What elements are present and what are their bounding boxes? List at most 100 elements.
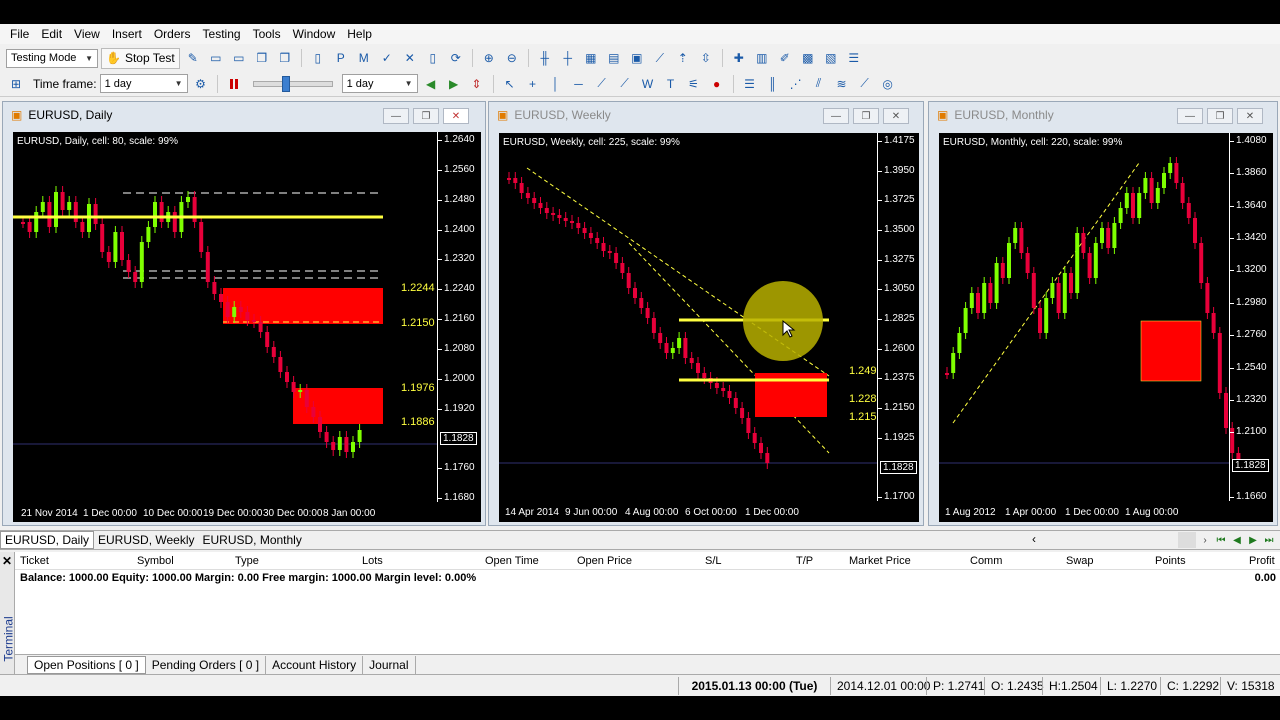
- chart-plot-daily[interactable]: EURUSD, Daily, cell: 80, scale: 99% 1.22…: [13, 132, 481, 522]
- settings-gear-icon[interactable]: ⚙: [191, 74, 211, 94]
- prev-icon[interactable]: ◀: [1230, 532, 1244, 548]
- check-icon[interactable]: ✓: [377, 48, 397, 68]
- page-p-icon[interactable]: P: [331, 48, 351, 68]
- menu-help[interactable]: Help: [341, 27, 378, 41]
- fibo-fan-icon[interactable]: ⋰: [786, 74, 806, 94]
- skip-to-select[interactable]: 1 day ▼: [341, 74, 418, 93]
- maximize-icon[interactable]: ❐: [853, 108, 879, 124]
- fibo-icon[interactable]: ≋: [832, 74, 852, 94]
- autoscroll-icon[interactable]: ⇡: [673, 48, 693, 68]
- close-icon[interactable]: ✕: [443, 108, 469, 124]
- shift-icon[interactable]: ⇳: [696, 48, 716, 68]
- screenshot-icon[interactable]: ▩: [798, 48, 818, 68]
- line-chart-icon[interactable]: ⟋: [650, 48, 670, 68]
- candlestick-icon[interactable]: ┼: [558, 48, 578, 68]
- ray-icon[interactable]: ⟋: [615, 74, 635, 94]
- menu-window[interactable]: Window: [287, 27, 342, 41]
- text-icon[interactable]: T: [661, 74, 681, 94]
- col-tp[interactable]: T/P: [796, 555, 813, 567]
- crosshair-icon[interactable]: +: [523, 74, 543, 94]
- trendline-icon[interactable]: ⟋: [592, 74, 612, 94]
- chart-tab-monthly[interactable]: EURUSD, Monthly: [198, 531, 305, 549]
- delete-icon[interactable]: ✕: [400, 48, 420, 68]
- scroll-left-icon[interactable]: ‹: [1032, 532, 1036, 546]
- chart-tab-weekly[interactable]: EURUSD, Weekly: [94, 531, 198, 549]
- timeframe-select[interactable]: 1 day ▼: [99, 74, 188, 93]
- scroll-right-icon[interactable]: ›: [1198, 532, 1212, 548]
- minimize-icon[interactable]: —: [383, 108, 409, 124]
- maximize-icon[interactable]: ❐: [413, 108, 439, 124]
- stop-test-button[interactable]: ✋ Stop Test: [101, 47, 180, 69]
- col-symbol[interactable]: Symbol: [137, 555, 174, 567]
- copy-icon[interactable]: ❐: [252, 48, 272, 68]
- col-type[interactable]: Type: [235, 555, 259, 567]
- pitchfork-icon[interactable]: ⫽: [809, 74, 829, 94]
- close-icon[interactable]: ✕: [1237, 108, 1263, 124]
- chart-window-daily[interactable]: ▣ EURUSD, Daily — ❐ ✕ EURUSD, Daily, cel…: [2, 101, 486, 526]
- zoom-in-icon[interactable]: ⊕: [479, 48, 499, 68]
- tab-pending-orders[interactable]: Pending Orders [ 0 ]: [146, 655, 267, 674]
- tab-journal[interactable]: Journal: [363, 655, 416, 674]
- col-open-price[interactable]: Open Price: [577, 555, 632, 567]
- menu-edit[interactable]: Edit: [35, 27, 68, 41]
- cursor-icon[interactable]: ↖: [500, 74, 520, 94]
- close-icon[interactable]: ✕: [883, 108, 909, 124]
- tile-icon[interactable]: ▤: [604, 48, 624, 68]
- tab-account-history[interactable]: Account History: [266, 655, 364, 674]
- color-icon[interactable]: ●: [707, 74, 727, 94]
- new-chart-icon[interactable]: ⊞: [6, 74, 26, 94]
- maximize-icon[interactable]: ❐: [1207, 108, 1233, 124]
- paste-icon[interactable]: ❐: [275, 48, 295, 68]
- col-market-price[interactable]: Market Price: [849, 555, 911, 567]
- bar-chart-icon[interactable]: ╫: [535, 48, 555, 68]
- scroll-thumb[interactable]: [1178, 532, 1196, 548]
- col-lots[interactable]: Lots: [362, 555, 383, 567]
- folder-icon[interactable]: ▭: [229, 48, 249, 68]
- col-points[interactable]: Points: [1155, 555, 1186, 567]
- open-folder-icon[interactable]: ▭: [206, 48, 226, 68]
- step-back-icon[interactable]: ◀: [421, 74, 441, 94]
- gann-icon[interactable]: ⟋: [855, 74, 875, 94]
- edit-icon[interactable]: ✎: [183, 48, 203, 68]
- pause-button[interactable]: [224, 74, 244, 94]
- shapes-icon[interactable]: ⚟: [684, 74, 704, 94]
- minimize-icon[interactable]: —: [823, 108, 849, 124]
- col-comm[interactable]: Comm: [970, 555, 1002, 567]
- chart-plot-weekly[interactable]: EURUSD, Weekly, cell: 225, scale: 99% 1.…: [499, 133, 919, 522]
- menu-orders[interactable]: Orders: [148, 27, 197, 41]
- chart-tab-daily[interactable]: EURUSD, Daily: [0, 531, 95, 549]
- col-ticket[interactable]: Ticket: [20, 555, 49, 567]
- menu-testing[interactable]: Testing: [197, 27, 247, 41]
- page-m-icon[interactable]: M: [354, 48, 374, 68]
- last-icon[interactable]: ⏭: [1262, 532, 1276, 548]
- menu-view[interactable]: View: [68, 27, 106, 41]
- add-indicator-icon[interactable]: ✚: [729, 48, 749, 68]
- menu-tools[interactable]: Tools: [247, 27, 287, 41]
- brush-icon[interactable]: ✐: [775, 48, 795, 68]
- template-icon[interactable]: ▥: [752, 48, 772, 68]
- new-document-icon[interactable]: ▯: [308, 48, 328, 68]
- col-profit[interactable]: Profit: [1249, 555, 1275, 567]
- mode-select[interactable]: Testing Mode ▼: [6, 48, 98, 68]
- list-icon[interactable]: ☰: [844, 48, 864, 68]
- elliott-icon[interactable]: W: [638, 74, 658, 94]
- chart-window-monthly[interactable]: ▣ EURUSD, Monthly — ❐ ✕ EURUSD, Monthly,…: [928, 101, 1278, 526]
- chart-plot-monthly[interactable]: EURUSD, Monthly, cell: 220, scale: 99% 1…: [939, 133, 1273, 522]
- slider-knob[interactable]: [281, 75, 290, 92]
- step-icon[interactable]: ⇕: [467, 74, 487, 94]
- step-forward-icon[interactable]: ▶: [444, 74, 464, 94]
- close-icon[interactable]: ✕: [2, 554, 12, 568]
- menu-insert[interactable]: Insert: [106, 27, 148, 41]
- speed-slider[interactable]: [252, 75, 333, 92]
- refresh-icon[interactable]: ⟳: [446, 48, 466, 68]
- page-icon[interactable]: ▯: [423, 48, 443, 68]
- vertical-line-icon[interactable]: │: [546, 74, 566, 94]
- col-sl[interactable]: S/L: [705, 555, 722, 567]
- signals-icon[interactable]: ◎: [878, 74, 898, 94]
- chart-window-weekly[interactable]: ▣ EURUSD, Weekly — ❐ ✕ EURUSD, Weekly, c…: [488, 101, 924, 526]
- col-swap[interactable]: Swap: [1066, 555, 1094, 567]
- menu-file[interactable]: File: [4, 27, 35, 41]
- zoom-out-icon[interactable]: ⊖: [502, 48, 522, 68]
- horizontal-line-icon[interactable]: ─: [569, 74, 589, 94]
- periods-icon[interactable]: ║: [763, 74, 783, 94]
